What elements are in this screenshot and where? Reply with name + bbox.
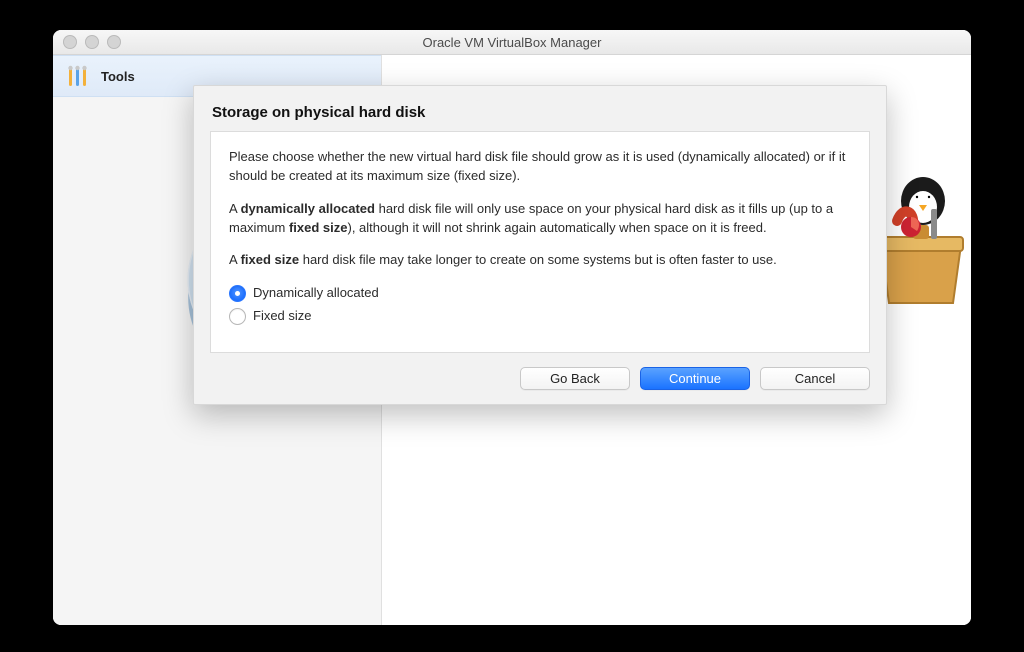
- radio-fixed-size[interactable]: Fixed size: [229, 307, 851, 326]
- dialog-para-1: Please choose whether the new virtual ha…: [229, 148, 851, 186]
- p3-c: hard disk file may take longer to create…: [299, 252, 777, 267]
- radio-icon: [229, 308, 246, 325]
- dialog-para-2: A dynamically allocated hard disk file w…: [229, 200, 851, 238]
- sidebar-item-label: Tools: [101, 69, 135, 84]
- window-body: Tools: [53, 55, 971, 625]
- titlebar: Oracle VM VirtualBox Manager: [53, 30, 971, 55]
- cancel-button[interactable]: Cancel: [760, 367, 870, 390]
- continue-button[interactable]: Continue: [640, 367, 750, 390]
- p2-b1: dynamically allocated: [241, 201, 375, 216]
- dialog-para-3: A fixed size hard disk file may take lon…: [229, 251, 851, 270]
- radio-dynamically-allocated[interactable]: Dynamically allocated: [229, 284, 851, 303]
- window-title: Oracle VM VirtualBox Manager: [53, 35, 971, 50]
- minimize-dot[interactable]: [85, 35, 99, 49]
- p2-d: ), although it will not shrink again aut…: [347, 220, 766, 235]
- traffic-lights: [63, 35, 121, 49]
- p3-b: fixed size: [241, 252, 300, 267]
- p2-a: A: [229, 201, 241, 216]
- p2-b2: fixed size: [289, 220, 348, 235]
- close-dot[interactable]: [63, 35, 77, 49]
- radio-label: Dynamically allocated: [253, 284, 379, 303]
- wizard-dialog: Storage on physical hard disk Please cho…: [193, 85, 887, 405]
- app-window: Oracle VM VirtualBox Manager Tools: [53, 30, 971, 625]
- radio-icon: [229, 285, 246, 302]
- dialog-heading: Storage on physical hard disk: [212, 104, 870, 121]
- p3-a: A: [229, 252, 241, 267]
- go-back-button[interactable]: Go Back: [520, 367, 630, 390]
- dialog-buttons: Go Back Continue Cancel: [210, 367, 870, 390]
- tools-icon: [65, 63, 91, 89]
- zoom-dot[interactable]: [107, 35, 121, 49]
- dialog-body: Please choose whether the new virtual ha…: [210, 131, 870, 353]
- radio-label: Fixed size: [253, 307, 312, 326]
